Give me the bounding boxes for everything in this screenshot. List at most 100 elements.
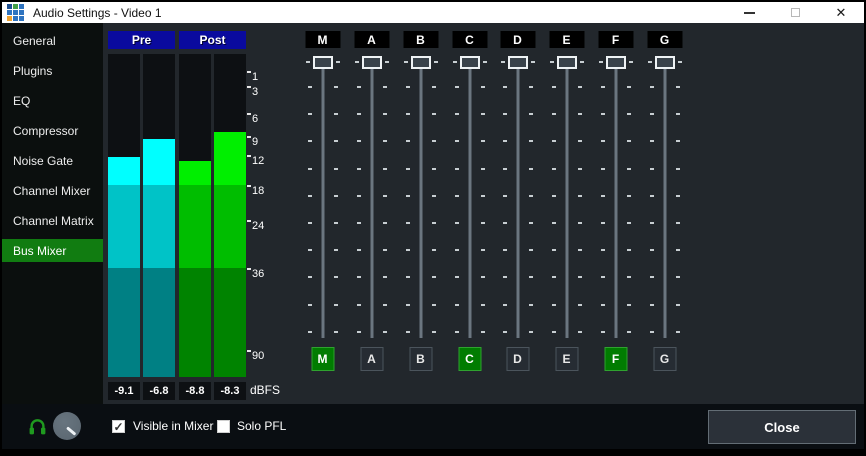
scale-tick-mark xyxy=(247,136,251,138)
fader-track-d[interactable] xyxy=(516,62,519,338)
scale-tick-mark xyxy=(247,86,251,88)
bus-button-g[interactable]: G xyxy=(653,347,676,371)
fader-scale-tick xyxy=(406,140,410,142)
fader-scale-tick xyxy=(455,304,459,306)
sidebar-item-noise-gate[interactable]: Noise Gate xyxy=(2,149,103,172)
sidebar-item-plugins[interactable]: Plugins xyxy=(2,59,103,82)
bus-button-d[interactable]: D xyxy=(506,347,529,371)
fader-handle-e[interactable] xyxy=(557,56,577,69)
fader-scale-tick xyxy=(432,304,436,306)
fader-scale-tick xyxy=(308,331,312,333)
fader-scale-tick xyxy=(432,168,436,170)
fader-scale-tick xyxy=(650,86,654,88)
meter-zone xyxy=(179,185,211,268)
fader-scale-tick xyxy=(627,276,631,278)
close-window-button[interactable]: ✕ xyxy=(826,2,856,23)
fader-scale-tick xyxy=(676,195,680,197)
monitor-volume-knob[interactable] xyxy=(53,412,81,440)
fader-scale-tick xyxy=(455,168,459,170)
fader-handle-f[interactable] xyxy=(606,56,626,69)
fader-scale-tick xyxy=(455,113,459,115)
fader-scale-tick xyxy=(334,86,338,88)
fader-handle-d[interactable] xyxy=(508,56,528,69)
checkbox-solo-pfl[interactable] xyxy=(217,420,230,433)
bus-button-b[interactable]: B xyxy=(409,347,432,371)
fader-track-g[interactable] xyxy=(663,62,666,338)
fader-scale-tick xyxy=(357,113,361,115)
bus-button-m[interactable]: M xyxy=(311,347,334,371)
fader-scale-tick xyxy=(676,276,680,278)
window-title: Audio Settings - Video 1 xyxy=(33,6,162,20)
handle-side-tick xyxy=(648,61,652,63)
fader-scale-tick xyxy=(650,304,654,306)
fader-scale-tick xyxy=(481,168,485,170)
fader-scale-tick xyxy=(627,249,631,251)
fader-scale-tick xyxy=(552,113,556,115)
fader-scale-tick xyxy=(627,331,631,333)
fader-scale-tick xyxy=(627,86,631,88)
fader-handle-m[interactable] xyxy=(313,56,333,69)
bus-button-a[interactable]: A xyxy=(360,347,383,371)
sidebar-item-eq[interactable]: EQ xyxy=(2,89,103,112)
fader-scale-tick xyxy=(578,304,582,306)
fader-scale-tick xyxy=(406,86,410,88)
fader-handle-c[interactable] xyxy=(460,56,480,69)
fader-column-d: DD xyxy=(493,23,542,404)
meter-zone xyxy=(108,268,140,377)
fader-track-c[interactable] xyxy=(468,62,471,338)
meter-zone xyxy=(214,268,246,377)
maximize-icon xyxy=(791,8,800,17)
fader-scale-tick xyxy=(481,222,485,224)
fader-scale-tick xyxy=(383,168,387,170)
fader-scale-tick xyxy=(529,195,533,197)
fader-scale-tick xyxy=(383,195,387,197)
fader-scale-tick xyxy=(529,249,533,251)
fader-scale-tick xyxy=(578,86,582,88)
fader-scale-tick xyxy=(406,168,410,170)
sidebar-item-channel-mixer[interactable]: Channel Mixer xyxy=(2,179,103,202)
fader-scale-tick xyxy=(676,249,680,251)
pre-meter-header: Pre xyxy=(108,31,175,49)
fader-label-d: D xyxy=(500,31,535,48)
bus-button-f[interactable]: F xyxy=(604,347,627,371)
handle-side-tick xyxy=(453,61,457,63)
fader-scale-tick xyxy=(406,222,410,224)
fader-scale-tick xyxy=(481,249,485,251)
fader-label-e: E xyxy=(549,31,584,48)
fader-track-a[interactable] xyxy=(370,62,373,338)
bus-button-c[interactable]: C xyxy=(458,347,481,371)
maximize-button[interactable] xyxy=(780,2,810,23)
sidebar-item-general[interactable]: General xyxy=(2,29,103,52)
sidebar-item-compressor[interactable]: Compressor xyxy=(2,119,103,142)
fader-scale-tick xyxy=(676,331,680,333)
bus-button-e[interactable]: E xyxy=(555,347,578,371)
fader-scale-tick xyxy=(357,168,361,170)
fader-scale-tick xyxy=(432,140,436,142)
minimize-button[interactable] xyxy=(734,2,764,23)
handle-side-tick xyxy=(599,61,603,63)
fader-scale-tick xyxy=(432,222,436,224)
sidebar-item-channel-matrix[interactable]: Channel Matrix xyxy=(2,209,103,232)
close-button[interactable]: Close xyxy=(708,410,856,444)
sidebar-item-bus-mixer[interactable]: Bus Mixer xyxy=(2,239,103,262)
fader-handle-b[interactable] xyxy=(411,56,431,69)
meter-value-3: -8.8 xyxy=(179,382,211,400)
fader-scale-tick xyxy=(357,140,361,142)
fader-scale-tick xyxy=(578,168,582,170)
fader-scale-tick xyxy=(383,86,387,88)
fader-track-e[interactable] xyxy=(565,62,568,338)
fader-scale-tick xyxy=(308,195,312,197)
handle-side-tick xyxy=(531,61,535,63)
fader-scale-tick xyxy=(503,249,507,251)
fader-track-b[interactable] xyxy=(419,62,422,338)
fader-handle-a[interactable] xyxy=(362,56,382,69)
fader-scale-tick xyxy=(601,113,605,115)
fader-track-f[interactable] xyxy=(614,62,617,338)
fader-scale-tick xyxy=(455,331,459,333)
checkbox-visible-in-mixer[interactable]: ✓ xyxy=(112,420,125,433)
fader-column-m: MM xyxy=(298,23,347,404)
fader-scale-tick xyxy=(503,86,507,88)
fader-track-m[interactable] xyxy=(321,62,324,338)
fader-handle-g[interactable] xyxy=(655,56,675,69)
post-meter-header: Post xyxy=(179,31,246,49)
